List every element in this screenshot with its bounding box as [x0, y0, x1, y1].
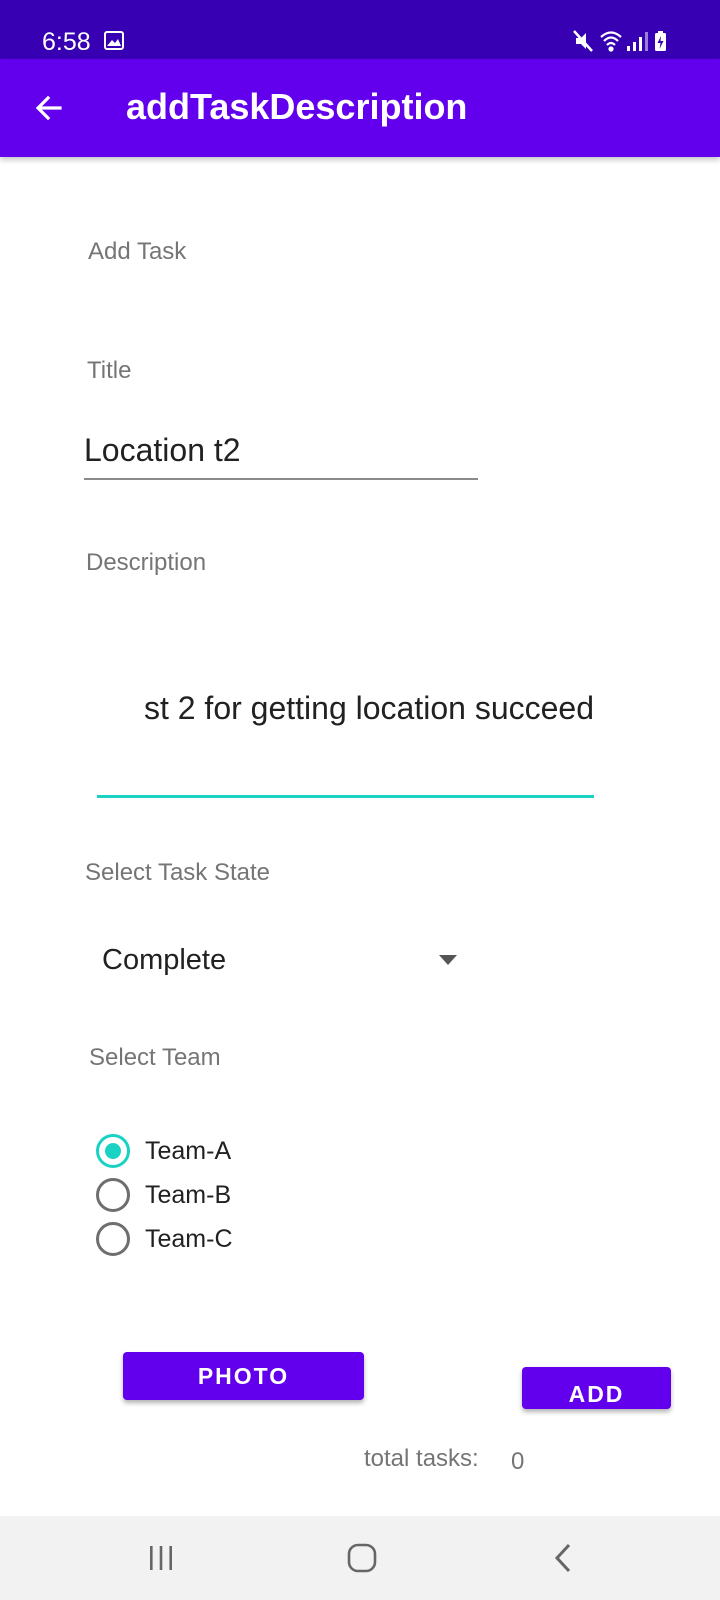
radio-button-unchecked — [96, 1222, 130, 1256]
radio-team-a[interactable]: Team-A — [96, 1129, 316, 1171]
recent-apps-button[interactable] — [101, 1516, 221, 1600]
status-icons — [573, 30, 666, 52]
back-button[interactable] — [20, 79, 78, 137]
app-title: addTaskDescription — [126, 86, 468, 127]
recent-apps-icon — [150, 1546, 172, 1570]
home-button[interactable] — [302, 1516, 422, 1600]
total-tasks-label: total tasks: — [364, 1445, 479, 1472]
add-task-heading: Add Task — [88, 238, 187, 265]
team-label: Select Team — [89, 1044, 221, 1071]
description-input[interactable]: st 2 for getting location succeed — [97, 668, 594, 798]
total-tasks-count: 0 — [511, 1448, 525, 1475]
add-button[interactable]: ADD — [522, 1367, 671, 1409]
radio-label: Team-C — [145, 1225, 233, 1253]
dropdown-arrow-icon — [439, 955, 457, 965]
gallery-icon — [104, 31, 124, 50]
home-icon — [347, 1543, 377, 1573]
status-time: 6:58 — [42, 28, 91, 56]
title-input[interactable]: Location t2 — [84, 428, 478, 480]
radio-button-checked — [96, 1134, 130, 1168]
signal-icon — [627, 32, 648, 51]
photo-button[interactable]: PHOTO — [123, 1352, 364, 1400]
task-state-dropdown[interactable]: Complete — [86, 932, 470, 990]
app-bar: addTaskDescription — [0, 59, 720, 157]
status-bar: 6:58 — [0, 0, 720, 59]
title-input-value: Location t2 — [84, 432, 241, 468]
arrow-left-icon — [35, 95, 62, 121]
description-input-value: st 2 for getting location succeed — [143, 690, 594, 726]
task-state-label: Select Task State — [85, 859, 270, 886]
task-state-selected: Complete — [102, 944, 227, 976]
radio-label: Team-A — [145, 1137, 232, 1165]
mute-icon — [573, 30, 593, 52]
radio-team-c[interactable]: Team-C — [96, 1217, 316, 1259]
radio-team-b[interactable]: Team-B — [96, 1173, 316, 1215]
wifi-icon — [600, 31, 622, 52]
back-icon — [554, 1543, 571, 1573]
title-label: Title — [87, 357, 132, 384]
system-back-button[interactable] — [503, 1516, 623, 1600]
radio-label: Team-B — [145, 1181, 232, 1209]
description-label: Description — [86, 549, 207, 576]
battery-charging-icon — [655, 31, 666, 51]
radio-button-unchecked — [96, 1178, 130, 1212]
navigation-bar — [0, 1516, 720, 1600]
